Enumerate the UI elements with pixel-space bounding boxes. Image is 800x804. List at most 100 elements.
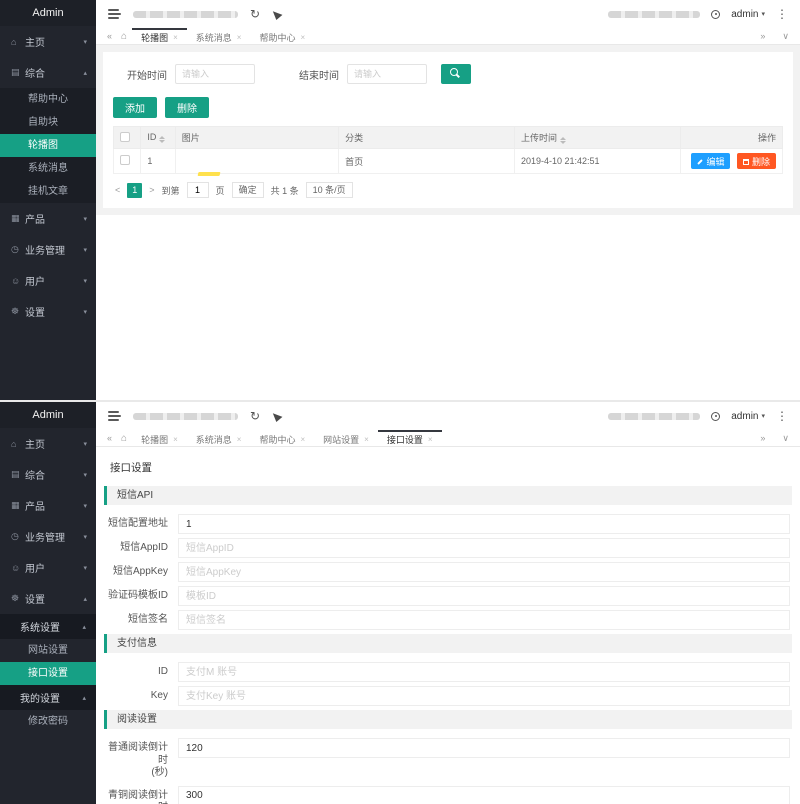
close-icon[interactable]: × [364, 435, 369, 444]
message-icon[interactable] [711, 412, 720, 421]
page-size-select[interactable]: 10 条/页 [306, 182, 353, 198]
pay-id-input[interactable] [178, 662, 790, 682]
domain-text-redacted [608, 413, 700, 420]
chevron-down-icon: ▾ [83, 564, 87, 572]
user-menu[interactable]: admin ▾ [731, 411, 765, 422]
close-icon[interactable]: × [173, 435, 178, 444]
form-row: 短信配置地址 [96, 514, 790, 534]
address-text-redacted [133, 413, 238, 420]
goto-page-input[interactable] [187, 182, 209, 198]
sidebar-item-system-message[interactable]: 系统消息 [0, 157, 96, 180]
sidebar-item-general[interactable]: 综合 ▾ [0, 459, 96, 490]
tabs-scroll-left-icon[interactable]: « [103, 31, 116, 41]
hamburger-menu-icon[interactable] [108, 7, 121, 22]
tab-carousel[interactable]: 轮播图 × [132, 28, 187, 45]
sort-icon[interactable] [560, 137, 566, 144]
sms-config-url-input[interactable] [178, 514, 790, 534]
edit-button[interactable]: 编辑 [691, 153, 730, 169]
sidebar-item-settings[interactable]: 设置 ▾ [0, 296, 96, 327]
tab-site-settings[interactable]: 网站设置 × [314, 430, 378, 447]
refresh-icon[interactable]: ↻ [250, 8, 260, 20]
prev-page-button[interactable]: < [115, 185, 120, 195]
search-button[interactable] [441, 64, 471, 84]
sms-appid-input[interactable] [178, 538, 790, 558]
sidebar-item-user[interactable]: 用户 ▾ [0, 552, 96, 583]
sidebar-item-home[interactable]: 主页 ▾ [0, 428, 96, 459]
domain-text-redacted [608, 11, 700, 18]
tab-system-message[interactable]: 系统消息 × [187, 430, 251, 447]
row-checkbox[interactable] [120, 155, 130, 165]
delete-button[interactable]: 删除 [165, 97, 209, 118]
tabs-scroll-right-icon[interactable]: » [756, 31, 769, 41]
tab-help-center[interactable]: 帮助中心 × [250, 430, 314, 447]
tab-system-message[interactable]: 系统消息 × [187, 28, 251, 45]
sidebar-item-business[interactable]: 业务管理 ▾ [0, 234, 96, 265]
more-options-icon[interactable]: ⋮ [776, 8, 788, 20]
sms-signature-label: 短信签名 [104, 610, 168, 627]
hamburger-menu-icon[interactable] [108, 409, 121, 424]
add-button[interactable]: 添加 [113, 97, 157, 118]
row-delete-button[interactable]: 删除 [737, 153, 776, 169]
sidebar-item-site-settings[interactable]: 网站设置 [0, 639, 96, 662]
form-row: 短信AppKey [96, 562, 790, 582]
sms-template-id-input[interactable] [178, 586, 790, 606]
pagination: < 1 > 到第 页 确定 共 1 条 10 条/页 [113, 182, 783, 198]
row-id: 1 [141, 149, 175, 174]
start-time-input[interactable] [175, 64, 255, 84]
close-icon[interactable]: × [173, 33, 178, 42]
tabs-dropdown-icon[interactable]: ∨ [778, 433, 793, 444]
tab-help-center[interactable]: 帮助中心 × [250, 28, 314, 45]
sidebar-item-business[interactable]: 业务管理 ▾ [0, 521, 96, 552]
sidebar-group-my-settings[interactable]: 我的设置 ▴ [0, 685, 96, 710]
sidebar-group-system-settings[interactable]: 系统设置 ▴ [0, 614, 96, 639]
close-icon[interactable]: × [237, 33, 242, 42]
end-time-input[interactable] [347, 64, 427, 84]
tabs-scroll-right-icon[interactable]: » [756, 433, 769, 443]
current-page[interactable]: 1 [127, 183, 142, 198]
section-reading-settings: 阅读设置 [104, 710, 792, 729]
bronze-read-countdown-input[interactable] [178, 786, 790, 804]
sidebar-item-hangup-article[interactable]: 挂机文章 [0, 180, 96, 203]
sort-icon[interactable] [159, 136, 165, 143]
select-all-checkbox[interactable] [120, 132, 130, 142]
tab-carousel[interactable]: 轮播图 × [132, 430, 187, 447]
more-options-icon[interactable]: ⋮ [776, 410, 788, 422]
sidebar-item-api-settings[interactable]: 接口设置 [0, 662, 96, 685]
sms-signature-input[interactable] [178, 610, 790, 630]
normal-read-countdown-input[interactable] [178, 738, 790, 758]
sidebar-item-settings[interactable]: 设置 ▴ [0, 583, 96, 614]
sidebar-item-change-password[interactable]: 修改密码 [0, 710, 96, 733]
tab-home-icon[interactable]: ⌂ [116, 31, 132, 42]
gear-icon [11, 306, 25, 317]
sidebar-item-self-block[interactable]: 自助块 [0, 111, 96, 134]
page-title: 接口设置 [96, 449, 800, 486]
tabs-dropdown-icon[interactable]: ∨ [778, 31, 793, 42]
close-icon[interactable]: × [300, 33, 305, 42]
next-page-button[interactable]: > [149, 185, 154, 195]
sidebar-item-product[interactable]: 产品 ▾ [0, 203, 96, 234]
sidebar-item-carousel[interactable]: 轮播图 [0, 134, 96, 157]
product-icon [11, 500, 25, 511]
sidebar-item-help-center[interactable]: 帮助中心 [0, 88, 96, 111]
tab-home-icon[interactable]: ⌂ [116, 433, 132, 444]
sidebar-item-user[interactable]: 用户 ▾ [0, 265, 96, 296]
user-menu[interactable]: admin ▾ [731, 9, 765, 20]
user-icon [11, 276, 25, 286]
message-icon[interactable] [711, 10, 720, 19]
sms-appkey-input[interactable] [178, 562, 790, 582]
chevron-up-icon: ▴ [82, 694, 86, 702]
sidebar-item-general[interactable]: 综合 ▴ [0, 57, 96, 88]
tabs-scroll-left-icon[interactable]: « [103, 433, 116, 443]
close-icon[interactable]: × [300, 435, 305, 444]
tab-api-settings[interactable]: 接口设置 × [378, 430, 442, 447]
close-icon[interactable]: × [428, 435, 433, 444]
send-icon[interactable] [271, 410, 283, 422]
goto-confirm-button[interactable]: 确定 [232, 182, 264, 198]
refresh-icon[interactable]: ↻ [250, 410, 260, 422]
pay-key-input[interactable] [178, 686, 790, 706]
sidebar-item-home[interactable]: 主页 ▾ [0, 26, 96, 57]
close-icon[interactable]: × [237, 435, 242, 444]
sidebar-item-product[interactable]: 产品 ▾ [0, 490, 96, 521]
sidebar: Admin 主页 ▾ 综合 ▾ 产品 ▾ 业务管理 ▾ 用户 ▾ 设置 [0, 402, 96, 804]
send-icon[interactable] [271, 8, 283, 20]
